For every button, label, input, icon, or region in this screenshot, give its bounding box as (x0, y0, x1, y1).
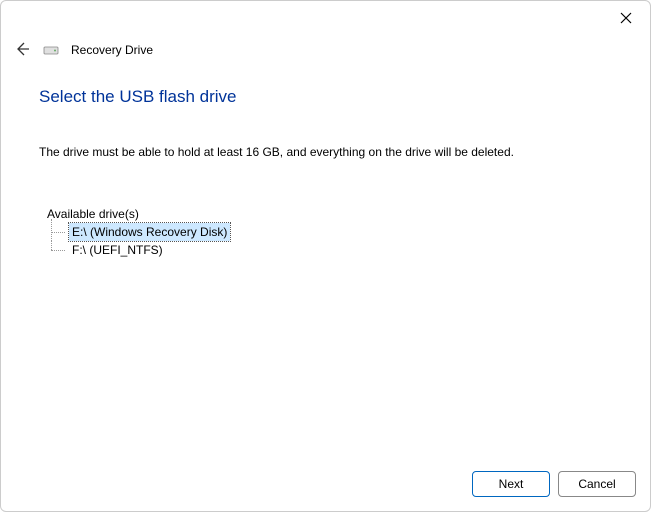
back-arrow-icon (14, 41, 30, 60)
back-button[interactable] (13, 41, 31, 59)
page-heading: Select the USB flash drive (39, 87, 612, 107)
wizard-footer: Next Cancel (472, 471, 636, 497)
wizard-content: Select the USB flash drive The drive mus… (39, 87, 612, 259)
page-description: The drive must be able to hold at least … (39, 145, 612, 159)
drive-item-f[interactable]: F:\ (UEFI_NTFS) (47, 241, 612, 259)
available-drives-label: Available drive(s) (47, 207, 612, 221)
cancel-button[interactable]: Cancel (558, 471, 636, 497)
drive-item-e[interactable]: E:\ (Windows Recovery Disk) (47, 223, 612, 241)
wizard-header: Recovery Drive (13, 41, 153, 59)
drive-tree: E:\ (Windows Recovery Disk) F:\ (UEFI_NT… (47, 223, 612, 259)
next-button[interactable]: Next (472, 471, 550, 497)
wizard-title: Recovery Drive (71, 43, 153, 57)
close-button[interactable] (614, 7, 638, 31)
drive-item-label: E:\ (Windows Recovery Disk) (69, 223, 230, 241)
close-icon (620, 12, 632, 27)
drive-icon (43, 44, 59, 56)
drive-item-label: F:\ (UEFI_NTFS) (69, 241, 166, 259)
